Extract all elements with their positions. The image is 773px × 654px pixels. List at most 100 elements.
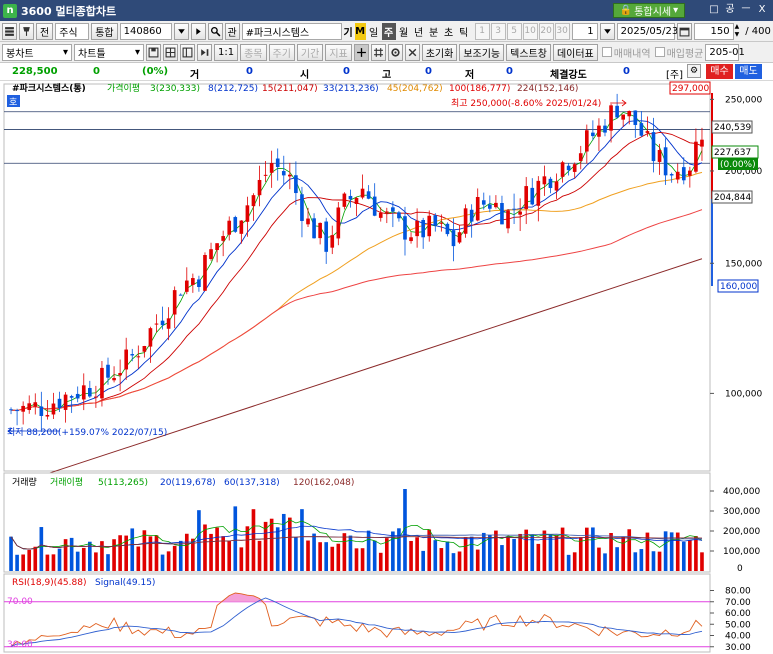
stock-name-field[interactable]: #파크시스템스	[241, 22, 342, 40]
ma100-legend: 100(186,777)	[449, 84, 510, 94]
prev-button[interactable]: 전	[36, 22, 54, 40]
pin-icon[interactable]	[19, 22, 34, 40]
count-spinner[interactable]: ▲ ▼	[735, 23, 740, 39]
volume-bar	[39, 527, 44, 571]
period-day[interactable]: 일	[367, 23, 381, 40]
volume-bar	[136, 546, 141, 571]
candle-body	[263, 174, 268, 176]
volume-bar	[366, 530, 371, 571]
scroll-end-icon[interactable]	[197, 43, 212, 61]
text-window-button[interactable]: 텍스트창	[506, 43, 551, 61]
candle-body	[300, 194, 304, 221]
volume-bar	[57, 548, 62, 571]
share-icon[interactable]: 공	[723, 3, 737, 17]
chart-area[interactable]: #파크시스템스(통) 가격이평 3(230,333) 8(212,725) 15…	[0, 81, 773, 654]
candle-body	[584, 130, 589, 152]
settings-gear-icon[interactable]: ⚙	[687, 64, 701, 78]
chart-type-select[interactable]: 봉차트 ▾	[2, 43, 72, 61]
spin-down-icon[interactable]: ▼	[735, 31, 740, 39]
chart-frame-select[interactable]: 차트틀 ▾	[74, 43, 144, 61]
volume-panel: 400,000 300,000 200,000 100,000 거래량 거래이평 5(…	[3, 472, 760, 574]
grid-toggle-icon[interactable]	[370, 43, 386, 61]
avg-price-checkbox[interactable]: 매입평균	[654, 45, 704, 60]
candle-body	[451, 230, 456, 247]
volume-bar	[94, 552, 98, 571]
step-3[interactable]: 3	[490, 22, 506, 40]
period-year[interactable]: 년	[412, 23, 426, 40]
top-price-tag-text: 297,000	[672, 84, 709, 94]
count-input[interactable]: 150	[693, 22, 734, 40]
data-table-button[interactable]: 데이터표	[552, 43, 598, 61]
next-arrow-icon[interactable]	[190, 22, 206, 40]
calendar-icon[interactable]	[676, 22, 692, 40]
step-5[interactable]: 5	[506, 22, 522, 40]
candle-body	[621, 114, 625, 120]
one-to-one-button[interactable]: 1:1	[214, 43, 239, 61]
price-change: 0	[93, 66, 100, 77]
date-input[interactable]: 2025/05/23	[616, 22, 678, 40]
rsi-axis: 80.0070.0060.0050.00 40.0030.00	[710, 587, 751, 653]
tools-icon[interactable]	[404, 43, 420, 61]
grid-icon[interactable]	[163, 43, 178, 61]
range-button[interactable]: 기간	[296, 43, 324, 61]
close-icon[interactable]: X	[755, 3, 769, 17]
interest-button[interactable]: 관	[224, 22, 240, 40]
volume-bar	[372, 540, 377, 571]
open-label: 시	[300, 70, 310, 81]
dropdown-arrow-icon: ▾	[673, 5, 679, 16]
avg-price-label: 매입평균	[666, 48, 704, 60]
aux-function-button[interactable]: 보조기능	[459, 43, 505, 61]
step-20[interactable]: 20	[538, 22, 554, 40]
indicator-button[interactable]: 지표	[325, 43, 352, 61]
market-select[interactable]: 주식	[55, 22, 90, 40]
sell-button[interactable]: 매도	[735, 64, 762, 79]
buy-button[interactable]: 매수	[706, 64, 733, 79]
stock-code-input[interactable]: 140860	[119, 22, 172, 40]
split-icon[interactable]	[180, 43, 195, 61]
step-value-input[interactable]: 1	[571, 22, 598, 40]
volume-bar	[627, 529, 632, 571]
rsi-panel: 80.0070.0060.0050.0040.0030.00 RSI(18,9)…	[3, 573, 751, 653]
candle-body	[560, 162, 565, 177]
step-dropdown-icon[interactable]	[599, 22, 615, 40]
chart-canvas[interactable]: #파크시스템스(통) 가격이평 3(230,333) 8(212,725) 15…	[0, 81, 773, 654]
ki-button[interactable]: 기	[343, 23, 354, 40]
candle-body	[566, 165, 571, 171]
candle-body	[384, 211, 389, 213]
stock-overlay-button[interactable]: 종목	[240, 43, 267, 61]
dropdown-arrow-icon[interactable]	[173, 22, 189, 40]
step-10[interactable]: 10	[522, 22, 538, 40]
strength-value: 0	[623, 66, 630, 77]
account-field[interactable]: 205-01	[705, 43, 745, 61]
period-week[interactable]: 주	[381, 22, 396, 40]
period-minute[interactable]: 분	[427, 23, 441, 40]
integrated-quote-button[interactable]: 🔒 통합시세 ▾	[613, 3, 685, 18]
volume-bar	[160, 554, 165, 571]
candle-body	[360, 188, 365, 198]
volume-bar	[324, 542, 329, 571]
candle-body	[178, 294, 183, 296]
m-button[interactable]: M	[354, 22, 366, 40]
trade-history-checkbox[interactable]: 매매내역	[601, 45, 651, 60]
candle-body	[445, 223, 450, 235]
crosshair-icon[interactable]	[353, 43, 369, 61]
search-icon[interactable]	[207, 22, 223, 40]
reset-button[interactable]: 초기화	[421, 43, 458, 61]
period-second[interactable]: 초	[442, 23, 456, 40]
spin-up-icon[interactable]: ▲	[735, 23, 740, 31]
step-1[interactable]: 1	[474, 22, 490, 40]
period-tick[interactable]: 틱	[457, 23, 471, 40]
period-overlay-button[interactable]: 주기	[268, 43, 295, 61]
settings-gear-icon[interactable]	[387, 43, 403, 61]
candle-body	[645, 131, 650, 133]
period-month[interactable]: 월	[397, 23, 411, 40]
volume-bar	[75, 551, 80, 571]
window-title: 3600 멀티종합차트	[21, 4, 117, 18]
integrated-search-button[interactable]: 통합	[91, 22, 118, 40]
menu-icon[interactable]	[2, 22, 17, 40]
save-icon[interactable]	[146, 43, 161, 61]
step-30[interactable]: 30	[554, 22, 570, 40]
candle-body	[669, 174, 674, 176]
restore-icon[interactable]: □	[707, 3, 721, 17]
minimize-icon[interactable]: ㅡ	[739, 3, 753, 17]
